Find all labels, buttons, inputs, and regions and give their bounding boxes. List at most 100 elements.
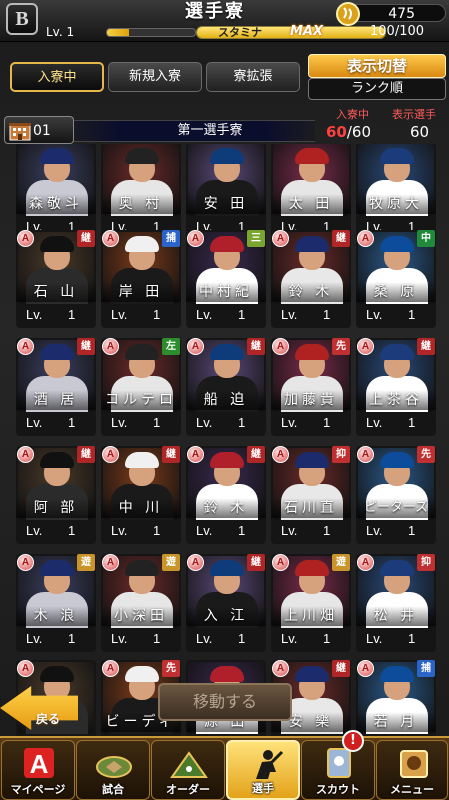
player-card[interactable]: A 遊小深田 Lv. 1 <box>101 554 181 652</box>
level-value: 1 <box>68 307 76 322</box>
player-card[interactable]: 牧原大 Lv. 1 <box>356 144 436 240</box>
position-badge: 継 <box>247 554 265 571</box>
player-card[interactable]: A 遊木 浪 Lv. 1 <box>16 554 96 652</box>
player-card[interactable]: A 遊上川畑 Lv. 1 <box>271 554 351 652</box>
level-label: Lv. <box>281 415 298 430</box>
svg-text:A: A <box>30 749 49 779</box>
level-value: 1 <box>68 631 76 646</box>
player-level: Lv. 1 <box>186 304 266 326</box>
nav-players[interactable]: 選手 <box>226 740 300 800</box>
dorm-number-box[interactable]: 01 <box>4 116 74 144</box>
player-level: Lv. 1 <box>16 520 96 542</box>
player-card[interactable]: A 先加藤貴 Lv. 1 <box>271 338 351 436</box>
position-badge: 捕 <box>162 230 180 247</box>
player-card[interactable]: A 捕若 月 <box>356 660 436 744</box>
display-switch-button[interactable]: 表示切替 <box>308 54 446 78</box>
player-name: 牧原大 <box>356 194 436 214</box>
player-card[interactable]: A 継阿 部 Lv. 1 <box>16 446 96 544</box>
rank-badge: A <box>102 446 119 463</box>
tab-expand[interactable]: 寮拡張 <box>206 62 300 92</box>
level-label: Lv. <box>111 523 128 538</box>
dorm-name: 第一選手寮 <box>177 123 243 138</box>
position-badge: 左 <box>162 338 180 355</box>
player-card[interactable]: A 継中 川 Lv. 1 <box>101 446 181 544</box>
player-level: Lv. 1 <box>186 628 266 650</box>
level-label: Lv. 1 <box>46 25 75 39</box>
nav-scout[interactable]: スカウト <box>301 740 375 800</box>
player-level: Lv. 1 <box>356 628 436 650</box>
in-dorm-total: /60 <box>346 123 372 141</box>
coin-icon <box>336 2 360 26</box>
level-label: Lv. <box>366 631 383 646</box>
level-value: 1 <box>408 631 416 646</box>
player-card[interactable]: A 継船 迫 Lv. 1 <box>186 338 266 436</box>
in-dorm-current: 60 <box>326 123 347 141</box>
player-card[interactable]: 安 田 Lv. 1 <box>186 144 266 240</box>
position-badge: 中 <box>417 230 435 247</box>
player-card[interactable]: A 左コルテロ Lv. 1 <box>101 338 181 436</box>
player-name: 鈴 木 <box>271 282 351 302</box>
player-card[interactable]: A 抑松 井 Lv. 1 <box>356 554 436 652</box>
level-label: Lv. <box>281 307 298 322</box>
page-title: 選手寮 <box>185 1 245 22</box>
rank-badge: A <box>357 230 374 247</box>
nav-mypage[interactable]: A マイページ <box>1 740 75 800</box>
level-value: 1 <box>323 523 331 538</box>
player-level: Lv. 1 <box>16 412 96 434</box>
player-card[interactable]: A 継鈴 木 Lv. 1 <box>271 230 351 328</box>
level-value: 1 <box>323 415 331 430</box>
player-name: 松 井 <box>356 606 436 626</box>
display-count: 60 <box>410 123 430 141</box>
rank-badge: A <box>17 554 34 571</box>
nav-order[interactable]: オーダー <box>151 740 225 800</box>
rank-badge: A <box>187 338 204 355</box>
level-value: 1 <box>408 415 416 430</box>
player-card[interactable]: A 継酒 居 Lv. 1 <box>16 338 96 436</box>
rank-badge: A <box>272 230 289 247</box>
back-label: 戻る <box>36 712 61 726</box>
back-button[interactable]: 戻る <box>0 686 78 730</box>
player-card[interactable]: A 継入 江 Lv. 1 <box>186 554 266 652</box>
team-logo[interactable]: B <box>6 3 38 35</box>
player-card[interactable]: A 継鈴 木 Lv. 1 <box>186 446 266 544</box>
nav-menu[interactable]: メニュー <box>376 740 448 800</box>
player-card[interactable]: 太 田 Lv. 1 <box>271 144 351 240</box>
player-card[interactable]: A 抑石川直 Lv. 1 <box>271 446 351 544</box>
player-name: 石川直 <box>271 498 351 518</box>
position-badge: 抑 <box>417 554 435 571</box>
player-card[interactable]: 森敬斗 Lv. 1 <box>16 144 96 240</box>
player-card[interactable]: A 中桑 原 Lv. 1 <box>356 230 436 328</box>
player-card[interactable]: A 先ピーターズ Lv. 1 <box>356 446 436 544</box>
level-label: Lv. <box>366 307 383 322</box>
exp-bar <box>106 28 196 37</box>
level-value: 1 <box>323 631 331 646</box>
dorm-number: 01 <box>33 123 51 139</box>
player-card[interactable]: 奥 村 Lv. 1 <box>101 144 181 240</box>
level-label: Lv. <box>111 631 128 646</box>
player-card[interactable]: A 捕岸 田 Lv. 1 <box>101 230 181 328</box>
a-logo-icon: A <box>24 748 54 779</box>
player-card[interactable]: A 三中村紀 Lv. 1 <box>186 230 266 328</box>
nav-game[interactable]: 試合 <box>76 740 150 800</box>
rank-badge: A <box>102 230 119 247</box>
notification-badge: ! <box>342 730 364 752</box>
player-card[interactable]: A 継石 山 Lv. 1 <box>16 230 96 328</box>
coin-counter: 475 <box>336 2 446 26</box>
move-button[interactable]: 移動する <box>158 683 292 721</box>
player-name: 阿 部 <box>16 498 96 518</box>
level-label: Lv. <box>196 631 213 646</box>
tab-row: 入寮中 新規入寮 寮拡張 表示切替 ランク順 <box>0 54 449 102</box>
tab-new-entry[interactable]: 新規入寮 <box>108 62 202 92</box>
level-label: Lv. <box>26 523 43 538</box>
level-label: Lv. <box>196 523 213 538</box>
position-badge: 遊 <box>332 554 350 571</box>
position-badge: 継 <box>77 230 95 247</box>
rank-badge: A <box>187 446 204 463</box>
tab-in-dorm[interactable]: 入寮中 <box>10 62 104 92</box>
stamina-value: 100/100 <box>370 24 425 39</box>
sort-order-label[interactable]: ランク順 <box>308 78 446 100</box>
level-label: Lv. <box>111 307 128 322</box>
player-name: 上茶谷 <box>356 390 436 410</box>
player-card[interactable]: A 継上茶谷 Lv. 1 <box>356 338 436 436</box>
in-dorm-count: 60/60 <box>326 122 371 142</box>
